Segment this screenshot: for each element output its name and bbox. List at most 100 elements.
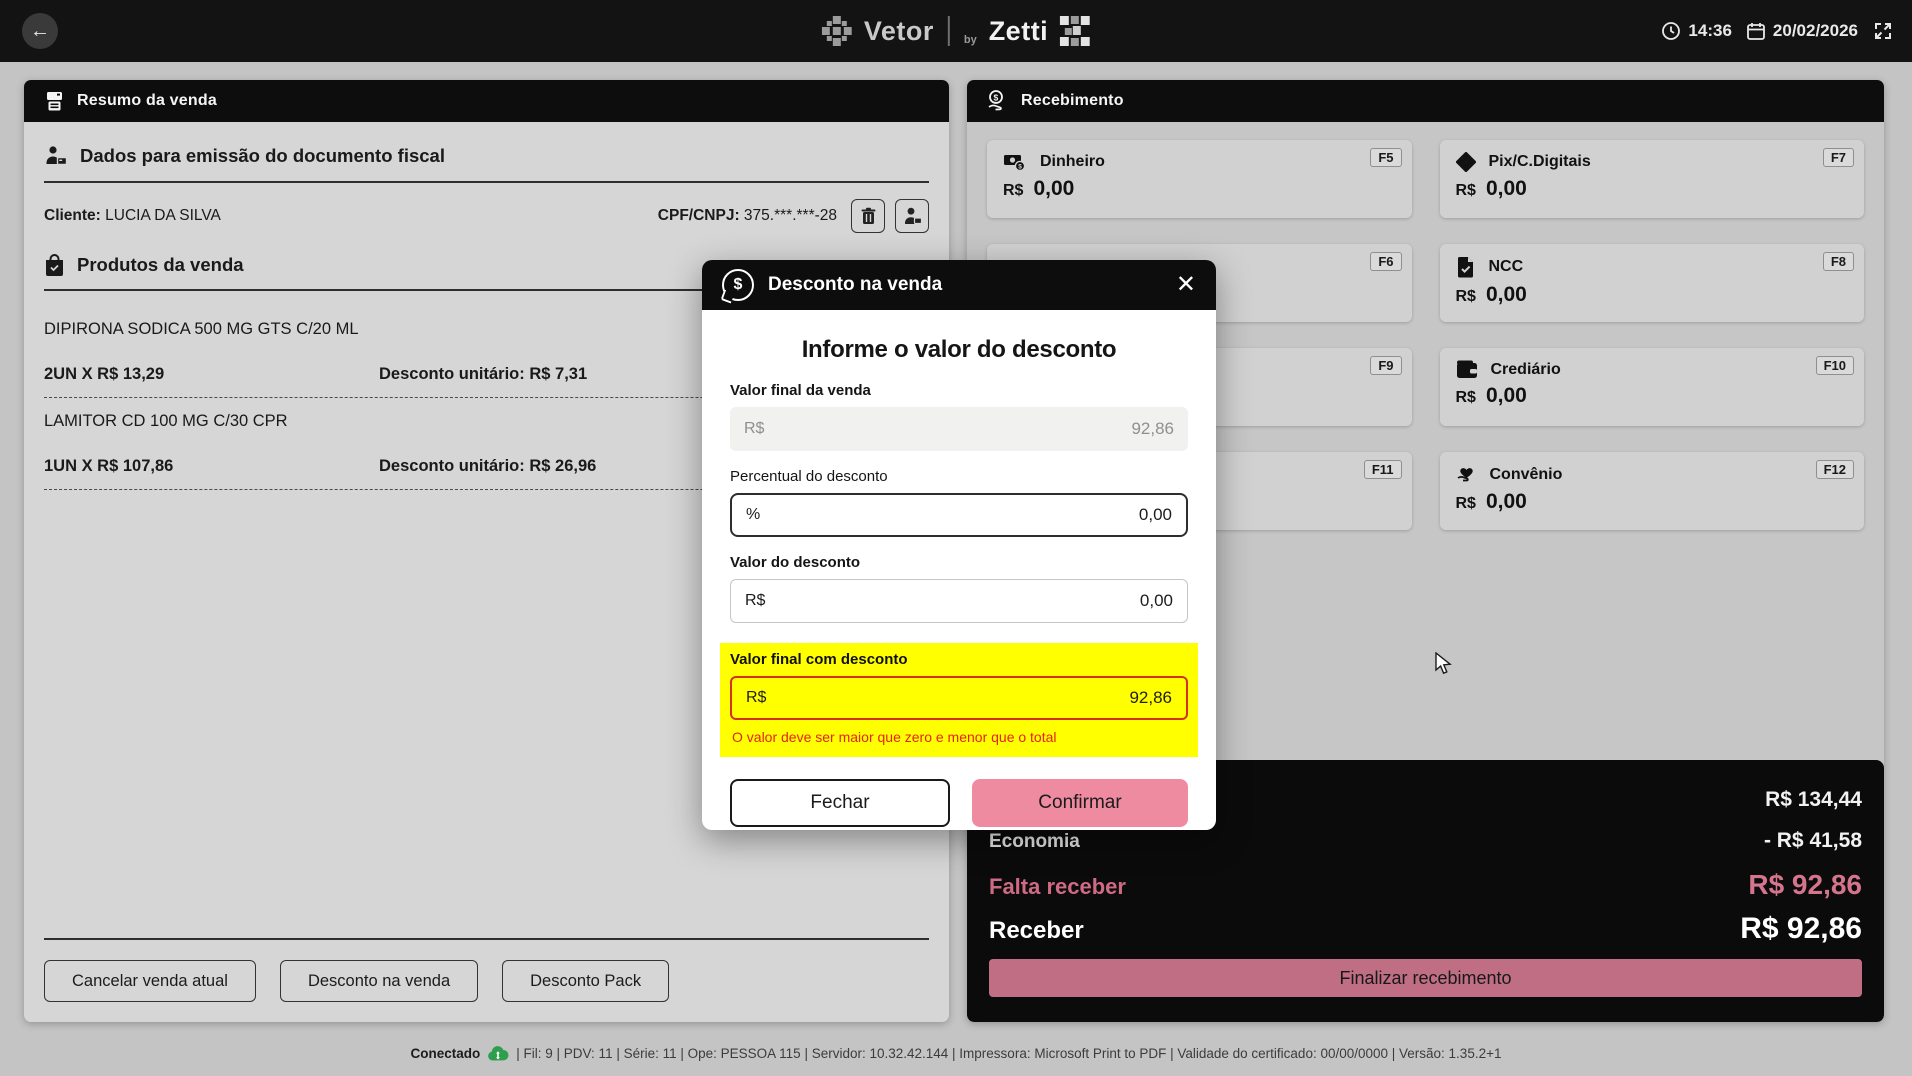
fkey-badge: F7	[1822, 148, 1854, 167]
payment-tile-pix[interactable]: Pix/C.Digitais R$ 0,00 F7	[1439, 140, 1864, 218]
discount-modal: $ Desconto na venda ✕ Informe o valor do…	[702, 260, 1216, 830]
hand-money-icon: $	[987, 90, 1009, 112]
client-name: LUCIA DA SILVA	[100, 207, 221, 224]
percent-input[interactable]: % 0,00	[730, 493, 1188, 537]
person-card-icon	[44, 144, 68, 168]
payment-value: 0,00	[1485, 384, 1527, 407]
status-info: | Fil: 9 | PDV: 11 | Série: 11 | Ope: PE…	[516, 1045, 1502, 1061]
receive-label: Receber	[989, 917, 1084, 944]
currency: R$	[1003, 182, 1024, 199]
final-with-discount-label: Valor final com desconto	[730, 651, 908, 668]
currency-prefix: R$	[744, 420, 765, 437]
close-icon[interactable]: ✕	[1176, 273, 1196, 297]
discount-value-input[interactable]: R$ 0,00	[730, 579, 1188, 623]
sale-summary-header: Resumo da venda	[24, 80, 949, 122]
final-sale-label: Valor final da venda	[730, 382, 871, 399]
final-with-discount-value: 92,86	[1129, 688, 1172, 707]
cpf-value: 375.***.***-28	[739, 207, 837, 224]
total-value: R$ 134,44	[1765, 788, 1862, 811]
receipt-printer-icon	[44, 91, 65, 112]
fiscal-section-title-row: Dados para emissão do documento fiscal	[44, 144, 929, 168]
percent-label: Percentual do desconto	[730, 468, 888, 485]
currency: R$	[1455, 495, 1476, 512]
wallet-icon	[1456, 360, 1478, 379]
remaining-label: Falta receber	[989, 874, 1126, 899]
final-sale-value: 92,86	[1131, 419, 1174, 438]
currency: R$	[1455, 182, 1476, 199]
payment-label: NCC	[1488, 258, 1524, 275]
pix-icon	[1455, 152, 1476, 172]
fkey-badge: F11	[1363, 460, 1402, 479]
currency: R$	[1455, 288, 1476, 305]
svg-text:$: $	[994, 92, 999, 102]
final-sale-field: Valor final da venda R$ 92,86	[730, 382, 1188, 451]
payment-label: Convênio	[1489, 465, 1563, 483]
cash-icon: $	[1003, 152, 1027, 172]
sale-summary-title: Resumo da venda	[77, 92, 217, 109]
pack-discount-button[interactable]: Desconto Pack	[502, 960, 670, 1002]
final-with-discount-input[interactable]: R$ 92,86	[730, 676, 1188, 720]
modal-close-button[interactable]: Fechar	[730, 779, 950, 827]
connected-label: Conectado	[410, 1045, 481, 1061]
person-add-card-icon	[903, 207, 922, 225]
fiscal-section-title: Dados para emissão do documento fiscal	[80, 145, 445, 166]
fkey-badge: F8	[1822, 252, 1854, 271]
brand-by: by	[963, 34, 977, 46]
svg-text:$: $	[1018, 164, 1022, 171]
percent-field: Percentual do desconto % 0,00	[730, 468, 1188, 537]
shopping-bag-icon	[44, 254, 65, 276]
fkey-badge: F10	[1815, 356, 1854, 375]
client-info: Cliente: LUCIA DA SILVA	[44, 207, 221, 225]
date-text: 20/02/2026	[1772, 21, 1858, 40]
client-row: Cliente: LUCIA DA SILVA CPF/CNPJ: 375.**…	[44, 198, 929, 234]
heart-hand-icon	[1456, 464, 1477, 485]
payment-tile-crediario[interactable]: Crediário R$ 0,00 F10	[1439, 348, 1864, 426]
discount-value-field: Valor do desconto R$ 0,00	[730, 554, 1188, 623]
remove-client-button[interactable]	[851, 199, 885, 233]
currency-prefix: R$	[746, 689, 767, 706]
discount-modal-header: $ Desconto na venda ✕	[702, 260, 1216, 310]
payment-value: 0,00	[1033, 177, 1075, 200]
client-actions: CPF/CNPJ: 375.***.***-28	[658, 199, 929, 233]
payment-tile-dinheiro[interactable]: $ Dinheiro R$ 0,00 F5	[987, 140, 1412, 218]
top-bar: ← Vetor by Zetti 14:36 20/02/2026	[0, 0, 1912, 62]
clock-time: 14:36	[1688, 21, 1732, 40]
product-qty: 1UN X R$ 107,86	[44, 457, 174, 475]
cancel-sale-button[interactable]: Cancelar venda atual	[44, 960, 256, 1002]
cpf-label: CPF/CNPJ:	[657, 207, 740, 224]
final-sale-input: R$ 92,86	[730, 407, 1188, 451]
payment-tile-convenio[interactable]: Convênio R$ 0,00 F12	[1439, 452, 1864, 530]
brand-vetor: Vetor	[863, 15, 934, 46]
economy-value: - R$ 41,58	[1763, 829, 1862, 852]
receive-row: Receber R$ 92,86	[989, 912, 1862, 946]
back-arrow-icon: ←	[30, 19, 50, 42]
payment-value: 0,00	[1485, 177, 1527, 200]
clock-block: 14:36	[1661, 21, 1732, 41]
modal-confirm-button[interactable]: Confirmar	[972, 779, 1188, 827]
receive-value: R$ 92,86	[1740, 912, 1862, 945]
modal-actions: Fechar Confirmar	[730, 779, 1188, 827]
discount-value: 0,00	[1139, 591, 1173, 610]
fullscreen-icon[interactable]	[1872, 20, 1894, 42]
product-discount: Desconto unitário: R$ 26,96	[379, 457, 597, 475]
remaining-value: R$ 92,86	[1748, 869, 1862, 900]
payment-label: Dinheiro	[1040, 153, 1105, 170]
fkey-badge: F9	[1370, 356, 1402, 375]
app-logo: Vetor by Zetti	[821, 0, 1091, 62]
cpf-info: CPF/CNPJ: 375.***.***-28	[658, 207, 837, 225]
clock-icon	[1661, 21, 1681, 41]
percent-value: 0,00	[1138, 505, 1172, 524]
discount-modal-body: Informe o valor do desconto Valor final …	[702, 310, 1216, 830]
receiving-header: $ Recebimento	[967, 80, 1884, 122]
fkey-badge: F6	[1370, 252, 1402, 271]
currency: R$	[1455, 389, 1476, 406]
finalize-receiving-button[interactable]: Finalizar recebimento	[989, 959, 1862, 997]
fkey-badge: F5	[1370, 148, 1402, 167]
change-client-button[interactable]	[895, 199, 929, 233]
vetor-pixel-cross-icon	[821, 16, 852, 46]
sale-discount-button[interactable]: Desconto na venda	[279, 960, 479, 1002]
product-discount: Desconto unitário: R$ 7,31	[379, 365, 588, 383]
payment-tile-ncc[interactable]: NCC R$ 0,00 F8	[1439, 244, 1864, 322]
back-button[interactable]: ←	[22, 13, 58, 49]
product-qty: 2UN X R$ 13,29	[44, 365, 165, 383]
